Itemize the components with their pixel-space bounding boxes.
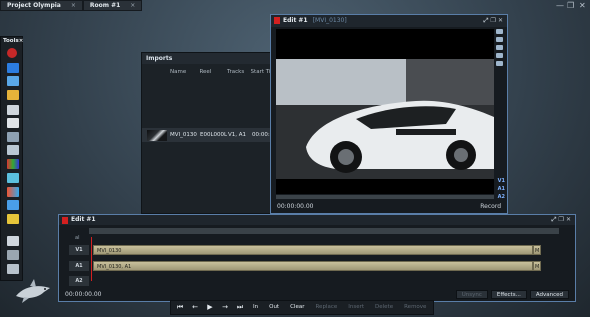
clip-a1[interactable]: MVI_0130, A1 (93, 261, 533, 271)
go-to-start-icon[interactable]: ⏮ (173, 302, 187, 313)
edit-title: Edit #1 (71, 216, 96, 223)
delete-button[interactable]: Delete (370, 302, 398, 313)
unsync-button[interactable]: Unsync (455, 290, 488, 299)
imports-panel: Imports Name Reel Tracks Start Time MVI_… (141, 52, 281, 214)
record-flag-icon (274, 17, 280, 24)
export-tool-icon[interactable] (7, 214, 19, 224)
advanced-button[interactable]: Advanced (529, 290, 569, 299)
track-v1-label[interactable]: V1 (69, 245, 89, 255)
tab-project-close-icon[interactable]: × (71, 1, 76, 10)
viewer-title: Edit #1 (283, 17, 308, 24)
timeline-ruler[interactable] (89, 228, 559, 234)
palette-tool-icon[interactable] (7, 187, 19, 197)
viewer-footer: 00:00:00.00 Record (271, 199, 507, 213)
tools-close-icon[interactable]: × (19, 37, 24, 46)
column-tracks[interactable]: Tracks (227, 69, 251, 78)
tab-room-label: Room #1 (89, 2, 121, 9)
list-icon[interactable] (496, 37, 503, 42)
edit-window-controls[interactable]: ⤢ ❐ ✕ (552, 215, 571, 225)
folder-tool-icon[interactable] (7, 90, 19, 100)
project-tabs: Project Olympia × Room #1 × (0, 0, 143, 11)
track-v1-row: V1 MVI_0130 M (59, 245, 575, 258)
clear-button[interactable]: Clear (285, 302, 309, 313)
imports-row[interactable]: MVI_0130 E00L000L V1, A1 00:00:00 (142, 128, 280, 142)
ruler-label: al (75, 235, 80, 241)
step-forward-icon[interactable]: → (218, 302, 232, 313)
column-name[interactable]: Name (170, 69, 199, 78)
clip-v1-end[interactable]: M (533, 245, 541, 255)
edit-panel: Edit #1 ⤢ ❐ ✕ al V1 MVI_0130 M A1 MVI_01… (58, 214, 576, 302)
track-a1-row: A1 MVI_0130, A1 M (59, 261, 575, 274)
viewer-panel: Edit #1 [MVI_0130] ⤢ ❐ ✕ V1 A1 A2 00:00:… (270, 14, 508, 214)
grid-tool-icon[interactable] (7, 173, 19, 183)
restore-button[interactable]: ❐ (567, 2, 574, 10)
mark-out-button[interactable]: Out (264, 302, 284, 313)
clip-thumbnail (147, 129, 167, 141)
list-tool-icon[interactable] (7, 76, 19, 86)
edit-header: Edit #1 ⤢ ❐ ✕ (59, 215, 575, 225)
settings-tool-icon[interactable] (7, 264, 19, 274)
grid-view-icon[interactable] (7, 236, 19, 246)
clip-tool-icon[interactable] (7, 63, 19, 73)
viewer-side-tools (495, 29, 505, 69)
row-reel: E00L000L (200, 132, 228, 138)
chart-tool-icon[interactable] (7, 250, 19, 260)
viewer-header: Edit #1 [MVI_0130] ⤢ ❐ ✕ (271, 15, 507, 27)
record-tool-icon[interactable] (7, 48, 17, 58)
imports-columns: Name Reel Tracks Start Time (142, 69, 280, 78)
video-frame[interactable] (276, 29, 494, 194)
transport-bar: ⏮ ← ▶ → ⏭ In Out Clear Replace Insert De… (170, 300, 435, 315)
tools-panel: Tools × (0, 36, 23, 281)
audio-icon[interactable] (496, 53, 503, 58)
replace-button[interactable]: Replace (310, 302, 342, 313)
viewer-track-v1[interactable]: V1 (498, 178, 505, 184)
track-a2-label[interactable]: A2 (69, 276, 89, 286)
viewer-record-button[interactable]: Record (480, 203, 501, 210)
folder-icon[interactable] (496, 29, 503, 34)
go-to-end-icon[interactable]: ⏭ (233, 302, 247, 313)
edit-buttons: Unsync Effects... Advanced (455, 290, 569, 299)
shark-logo (16, 279, 50, 303)
row-tracks: V1, A1 (228, 132, 247, 138)
insert-button[interactable]: Insert (343, 302, 369, 313)
keyboard-tool-icon[interactable] (7, 105, 19, 115)
print-tool-icon[interactable] (7, 132, 19, 142)
tab-room-close-icon[interactable]: × (130, 1, 135, 10)
minimize-button[interactable]: — (556, 2, 564, 10)
text-icon[interactable] (496, 45, 503, 50)
marker-icon[interactable] (496, 61, 503, 66)
column-reel[interactable]: Reel (199, 69, 227, 78)
mark-in-button[interactable]: In (248, 302, 263, 313)
play-icon[interactable]: ▶ (203, 302, 217, 313)
imports-title: Imports (142, 53, 280, 64)
edit-timecode[interactable]: 00:00:00.00 (65, 291, 102, 298)
row-name: MVI_0130 (170, 132, 197, 138)
step-back-icon[interactable]: ← (188, 302, 202, 313)
document-tool-icon[interactable] (7, 118, 19, 128)
effects-tool-icon[interactable] (7, 159, 19, 169)
edit-flag-icon (62, 217, 68, 224)
tab-project-label: Project Olympia (7, 2, 61, 9)
track-a1-label[interactable]: A1 (69, 261, 89, 271)
effects-button[interactable]: Effects... (490, 290, 527, 299)
viewer-track-a1[interactable]: A1 (498, 186, 505, 192)
clip-a1-end[interactable]: M (533, 261, 541, 271)
tools-title: Tools (3, 38, 19, 44)
viewer-subtitle: [MVI_0130] (312, 17, 347, 24)
tab-project[interactable]: Project Olympia × (0, 0, 83, 11)
playhead[interactable] (91, 237, 92, 281)
remove-button[interactable]: Remove (399, 302, 431, 313)
video-image (276, 29, 494, 194)
tab-room[interactable]: Room #1 × (82, 0, 143, 11)
clip-v1[interactable]: MVI_0130 (93, 245, 533, 255)
sequence-tool-icon[interactable] (7, 200, 19, 210)
viewer-window-controls[interactable]: ⤢ ❐ ✕ (484, 15, 503, 27)
monitor-tool-icon[interactable] (7, 145, 19, 155)
viewer-timecode[interactable]: 00:00:00.00 (277, 203, 314, 210)
close-button[interactable]: ✕ (579, 2, 586, 10)
row-start: 00:00:00 (252, 132, 272, 138)
